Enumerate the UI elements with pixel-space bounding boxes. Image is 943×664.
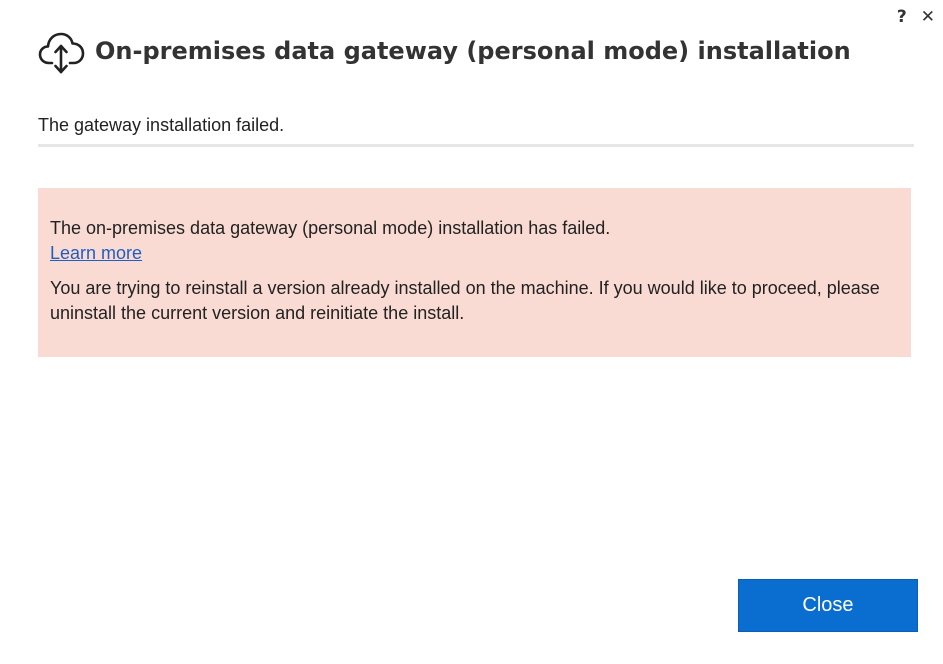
window-controls: ? ✕ <box>897 6 935 28</box>
installer-dialog: ? ✕ On-premises data gateway (personal m… <box>0 0 943 664</box>
dialog-title: On-premises data gateway (personal mode)… <box>95 37 851 65</box>
help-icon[interactable]: ? <box>897 6 907 28</box>
status-text: The gateway installation failed. <box>38 115 285 135</box>
close-button[interactable]: Close <box>738 579 918 632</box>
error-message: The on-premises data gateway (personal m… <box>50 218 611 238</box>
divider <box>38 144 914 147</box>
dialog-header: On-premises data gateway (personal mode)… <box>37 26 851 76</box>
error-detail: You are trying to reinstall a version al… <box>50 278 880 323</box>
error-panel: The on-premises data gateway (personal m… <box>38 188 911 357</box>
learn-more-link[interactable]: Learn more <box>50 241 142 266</box>
cloud-upload-icon <box>38 32 85 74</box>
close-icon[interactable]: ✕ <box>921 6 935 28</box>
